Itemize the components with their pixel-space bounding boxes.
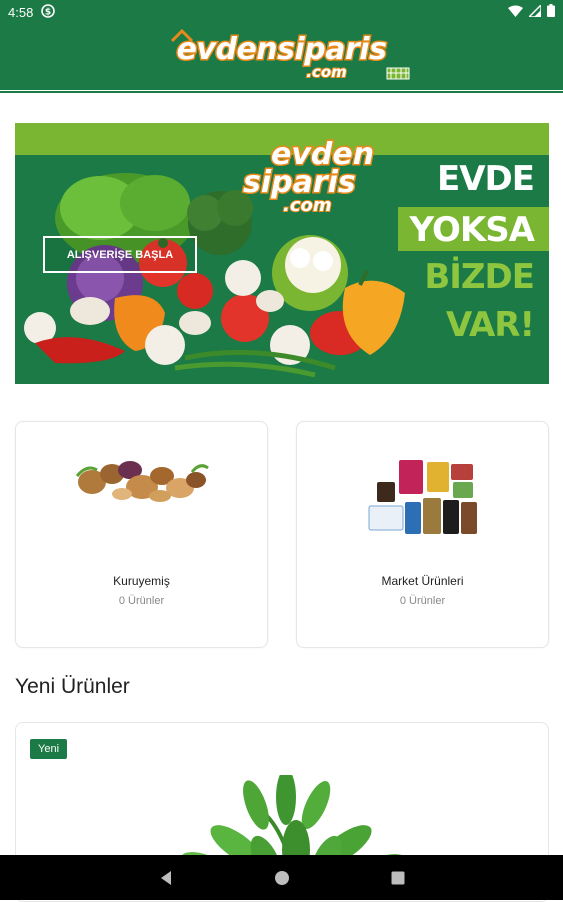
signal-icon xyxy=(527,2,542,20)
status-bar: 4:58 $ xyxy=(0,0,563,24)
banner-slogan-line2: YOKSA xyxy=(397,207,549,251)
market-products-image xyxy=(368,460,477,534)
app-logo[interactable]: evdensiparis .com xyxy=(170,29,410,81)
recents-icon[interactable] xyxy=(390,870,406,886)
banner-logo: evden siparis .com xyxy=(242,138,383,216)
shopping-cart-icon xyxy=(386,67,410,80)
status-time: 4:58 xyxy=(8,4,34,20)
banner-slogan-line1: EVDE xyxy=(437,159,535,199)
home-icon[interactable] xyxy=(274,870,290,886)
battery-icon xyxy=(547,4,555,20)
wifi-icon xyxy=(508,5,523,20)
nuts-image xyxy=(75,461,209,502)
system-nav-bar xyxy=(0,855,563,900)
start-shopping-button[interactable]: ALIŞVERİŞE BAŞLA xyxy=(43,236,197,273)
category-title: Kuruyemiş xyxy=(113,574,170,588)
house-roof-icon xyxy=(170,29,193,43)
promo-banner[interactable]: evden siparis .com EVDE YOKSA BİZDE VAR!… xyxy=(15,123,549,384)
banner-slogan-line3: BİZDE xyxy=(424,257,535,297)
category-card-nuts[interactable]: Kuruyemiş 0 Ürünler xyxy=(15,421,268,648)
logo-text: evdensiparis xyxy=(175,32,388,67)
back-icon[interactable] xyxy=(158,870,174,886)
app-bar-divider xyxy=(0,90,563,93)
new-badge: Yeni xyxy=(30,739,68,759)
banner-slogan-line4: VAR! xyxy=(445,305,535,345)
category-count: 0 Ürünler xyxy=(399,595,446,607)
category-title: Market Ürünleri xyxy=(381,574,464,588)
app-bar: evdensiparis .com xyxy=(0,24,563,90)
banner-logo-line2: siparis xyxy=(242,165,358,200)
category-count: 0 Ürünler xyxy=(118,595,165,607)
new-products-title: Yeni Ürünler xyxy=(15,675,130,698)
svg-text:$: $ xyxy=(45,7,51,17)
logo-domain: .com xyxy=(305,63,348,81)
app-notification-icon: $ xyxy=(41,3,56,21)
category-list: Kuruyemiş 0 Ürünler Market Ürünleri 0 Ür… xyxy=(15,421,549,648)
category-card-market[interactable]: Market Ürünleri 0 Ürünler xyxy=(296,421,549,648)
